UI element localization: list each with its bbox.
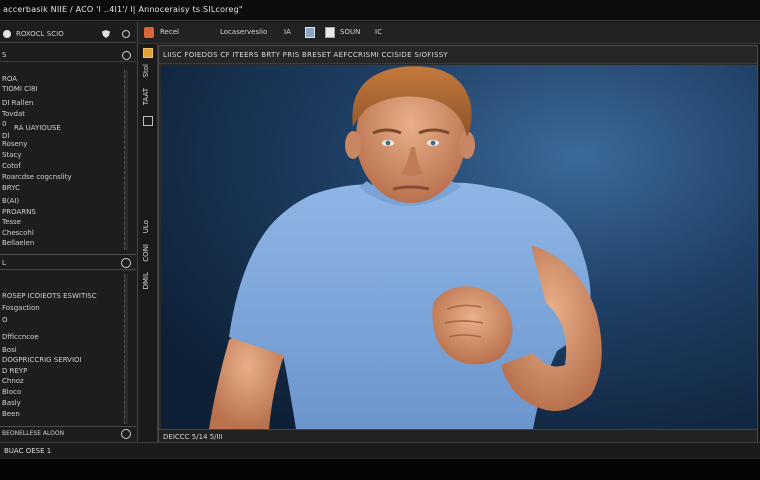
tool-label[interactable]: ULo	[142, 220, 150, 233]
tool-label[interactable]: DMIL	[142, 272, 150, 289]
document-window: LIISC FOIEDOS CF ITEERS BRTY PRIS BRESET…	[158, 45, 758, 443]
footer-bar	[0, 458, 760, 480]
title-bar: accerbasik NIIE / ACO 'l ..4I1'/ l| Anno…	[0, 0, 760, 21]
photo-man-blue-shirt	[209, 66, 602, 429]
settings-ring-icon[interactable]	[122, 30, 130, 38]
record-dot-icon[interactable]	[3, 30, 11, 38]
document-tab-bar[interactable]: LIISC FOIEDOS CF ITEERS BRTY PRIS BRESET…	[159, 46, 757, 64]
list-item[interactable]: DOGPRICCRIG SERVIOI	[2, 356, 82, 365]
list-item[interactable]: Dfficcncoe	[2, 333, 39, 342]
app-logo-icon[interactable]	[144, 27, 154, 38]
image-canvas[interactable]	[161, 65, 757, 429]
frame-tool-icon[interactable]	[143, 116, 153, 126]
list-item[interactable]: Fosgaction	[2, 304, 40, 313]
document-title: LIISC FOIEDOS CF ITEERS BRTY PRIS BRESET…	[163, 51, 449, 59]
list-item[interactable]: BRYC	[2, 184, 20, 193]
scrollbar-1[interactable]	[124, 70, 128, 250]
tab-ia[interactable]: IA	[284, 28, 291, 36]
list-item[interactable]: D REYP	[2, 367, 27, 376]
list-item[interactable]: Stacy	[2, 151, 21, 160]
collapse-ring-icon[interactable]	[122, 51, 131, 60]
status-bar: BUAC OESE 1	[0, 442, 760, 458]
section-header-1[interactable]: S	[0, 48, 136, 62]
file-blue-icon[interactable]	[305, 27, 315, 38]
list-item[interactable]: 0	[2, 120, 6, 129]
left-panel: ROXOCL SCIO S ROA TIOMI Cl8I DI Rallen T…	[0, 22, 138, 442]
list-item[interactable]: B(AI)	[2, 197, 19, 206]
list-item[interactable]: Cotof	[2, 162, 21, 171]
left-iris	[385, 140, 391, 146]
list-item[interactable]: Basly	[2, 399, 21, 408]
list-item[interactable]: Roarcdse cogcnslity	[2, 173, 72, 182]
left-panel-footer-label: BEONELLESE ALOON	[2, 430, 65, 437]
layer-list-1: ROA TIOMI Cl8I DI Rallen Tovdat 0 RA UAY…	[0, 72, 126, 252]
zoom-readout: DEICCC 5/14 5/III	[163, 433, 223, 441]
list-item[interactable]: Tesse	[2, 218, 21, 227]
list-item[interactable]: Bloco	[2, 388, 21, 397]
list-item[interactable]: Tovdat	[2, 110, 25, 119]
list-item[interactable]: O	[2, 316, 8, 325]
list-item[interactable]: Chnoz	[2, 377, 24, 386]
right-iris	[430, 140, 436, 146]
list-item[interactable]: Bosi	[2, 346, 17, 355]
left-ear	[345, 131, 361, 159]
file-icon[interactable]	[325, 27, 335, 38]
tool-strip: Stol TAAT ULo CONI DMIL	[138, 44, 158, 442]
tab-soun[interactable]: SOUN	[340, 28, 360, 36]
tool-label[interactable]: TAAT	[142, 88, 150, 105]
status-label: BUAC OESE 1	[4, 447, 52, 455]
brush-tool-icon[interactable]	[143, 48, 153, 58]
shield-icon[interactable]	[102, 30, 110, 38]
top-toolbar: Recel Locaserveslio IA SOUN IC	[138, 22, 760, 44]
section-header-2-label: L	[2, 259, 6, 267]
list-item[interactable]: Roseny	[2, 140, 27, 149]
tool-label[interactable]: CONI	[142, 244, 150, 262]
list-item[interactable]: PROARNS	[2, 208, 36, 217]
tool-label[interactable]: Stol	[142, 64, 150, 77]
options-ring-icon[interactable]	[121, 429, 131, 439]
tab-recel[interactable]: Recel	[160, 28, 179, 36]
list-item[interactable]: DI Rallen	[2, 99, 33, 108]
collapse-ring-icon[interactable]	[121, 258, 131, 268]
layer-list-2: ROSEP ICOIEOTS ESWITISC Fosgaction O Dff…	[0, 272, 126, 424]
section-header-1-label: S	[2, 51, 7, 59]
list-item[interactable]: Bellaelen	[2, 239, 34, 248]
list-item[interactable]: TIOMI Cl8I	[2, 85, 38, 94]
list-item[interactable]: RA UAYIOUSE	[14, 124, 61, 133]
document-status: DEICCC 5/14 5/III	[159, 429, 757, 443]
tab-locaserveslio[interactable]: Locaserveslio	[220, 28, 267, 36]
list-item[interactable]: Chescohl	[2, 229, 34, 238]
list-item[interactable]: Been	[2, 410, 20, 419]
scrollbar-2[interactable]	[124, 274, 128, 424]
section-header-2[interactable]: L	[0, 254, 136, 270]
list-item[interactable]: ROSEP ICOIEOTS ESWITISC	[2, 292, 97, 301]
window-title: accerbasik NIIE / ACO 'l ..4I1'/ l| Anno…	[3, 5, 243, 14]
left-panel-header: ROXOCL SCIO	[0, 25, 136, 43]
left-panel-footer: BEONELLESE ALOON	[0, 426, 136, 440]
tab-ic[interactable]: IC	[375, 28, 382, 36]
list-item[interactable]: ROA	[2, 75, 17, 84]
left-panel-header-label: ROXOCL SCIO	[16, 30, 64, 38]
